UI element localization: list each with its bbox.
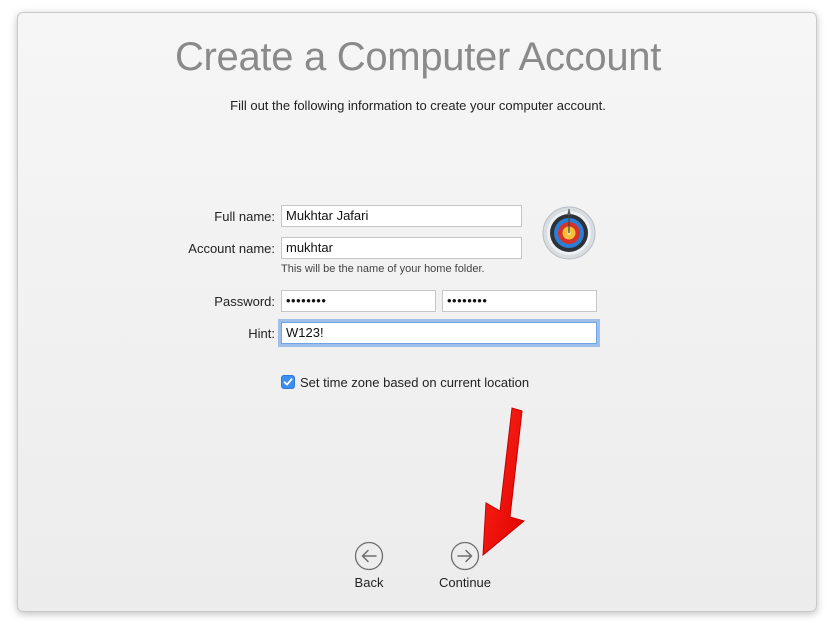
password-label: Password: [214,294,275,309]
hint-label: Hint: [248,326,275,341]
checkmark-icon [283,378,293,386]
account-name-field[interactable]: mukhtar [281,237,522,259]
continue-label: Continue [438,575,492,590]
setup-assistant-window: Create a Computer Account Fill out the f… [17,12,817,612]
account-name-helper: This will be the name of your home folde… [281,263,485,275]
annotation-arrow-icon [482,407,526,557]
full-name-label: Full name: [214,209,275,224]
user-picture-button[interactable] [542,206,596,260]
back-button[interactable]: Back [339,541,399,590]
arrow-right-circle-icon [450,541,480,571]
password-field[interactable]: •••••••• [281,290,436,312]
verify-password-field[interactable]: •••••••• [442,290,597,312]
timezone-checkbox[interactable] [281,375,295,389]
back-label: Back [354,575,384,590]
hint-field[interactable]: W123! [281,322,597,344]
page-subtitle: Fill out the following information to cr… [230,98,606,113]
page-title: Create a Computer Account [174,35,662,79]
timezone-label[interactable]: Set time zone based on current location [300,375,529,390]
account-name-label: Account name: [188,241,275,256]
full-name-field[interactable]: Mukhtar Jafari [281,205,522,227]
arrow-left-circle-icon [354,541,384,571]
continue-button[interactable]: Continue [435,541,495,590]
archery-target-icon [542,206,596,260]
